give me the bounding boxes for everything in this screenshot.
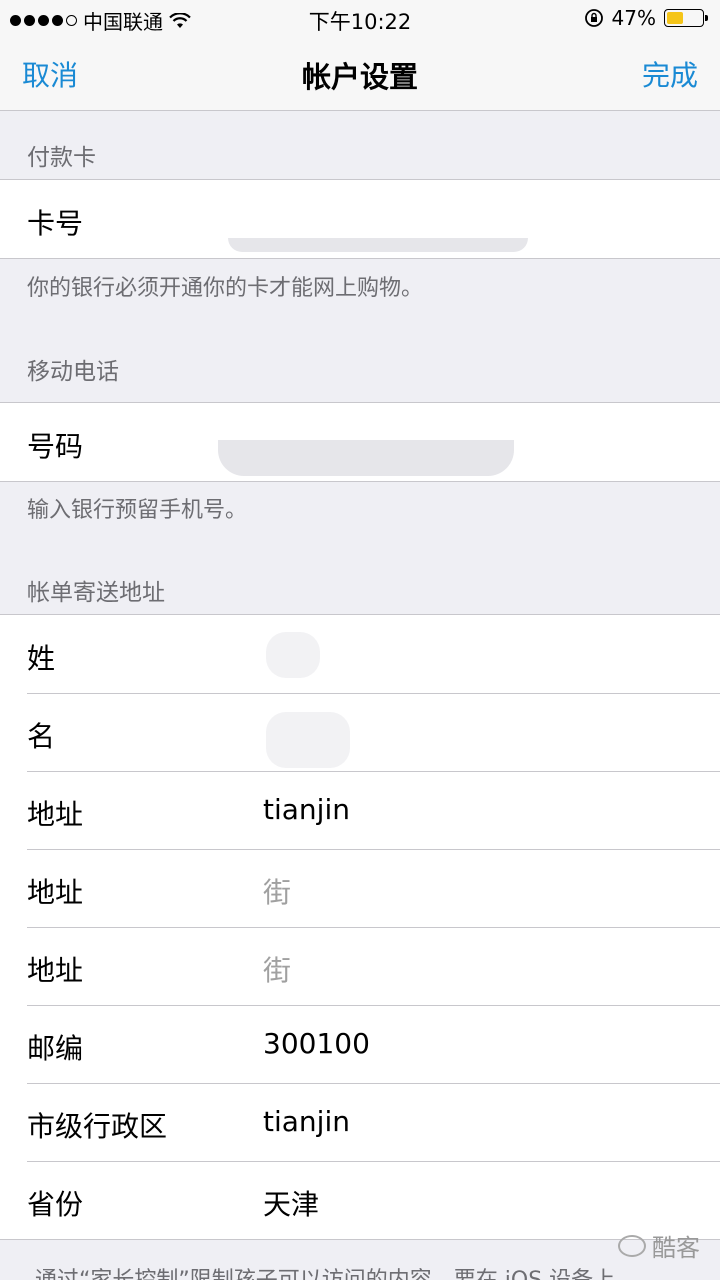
redacted-last-name: [266, 632, 320, 678]
status-bar: 中国联通 下午10:22 47%: [0, 0, 720, 36]
watermark-text: 酷客: [652, 1234, 700, 1262]
address-line-1-label: 地址: [27, 798, 84, 831]
address-line-2-field[interactable]: [263, 859, 700, 917]
billing-row-address-2: 地址 街: [0, 849, 720, 927]
first-name-label: 名: [27, 720, 56, 753]
address-line-3-field[interactable]: [263, 937, 700, 995]
last-name-field[interactable]: [263, 625, 700, 683]
section-header-mobile-phone: 移动电话: [27, 359, 119, 385]
status-right: 47%: [584, 6, 708, 30]
section-header-payment-card: 付款卡: [27, 145, 96, 171]
cancel-button[interactable]: 取消: [22, 54, 78, 94]
payment-card-footer: 你的银行必须开通你的卡才能网上购物。: [27, 276, 424, 301]
postal-code-field[interactable]: [263, 1015, 700, 1073]
rotation-lock-icon: [584, 9, 603, 27]
city-label: 市级行政区: [27, 1110, 168, 1143]
billing-row-province: 省份 天津: [0, 1161, 720, 1239]
battery-icon: [664, 9, 708, 27]
battery-level-fill: [667, 12, 683, 24]
billing-row-last-name: 姓: [0, 615, 720, 693]
navigation-bar: 取消 帐户设置 完成: [0, 36, 720, 111]
done-button[interactable]: 完成: [642, 54, 698, 94]
address-line-2-label: 地址: [27, 876, 84, 909]
address-line-3-label: 地址: [27, 954, 84, 987]
page-title: 帐户设置: [301, 60, 418, 94]
billing-address-group: 姓 名 地址 tianjin 地址 街 地址 街 邮编 300100 市级行政区…: [0, 614, 720, 1240]
billing-row-postal-code: 邮编 300100: [0, 1005, 720, 1083]
redacted-phone-number: [218, 440, 514, 476]
last-name-label: 姓: [27, 642, 56, 675]
wechat-icon: [618, 1234, 646, 1257]
address-line-1-field[interactable]: [263, 781, 700, 839]
battery-percent: 47%: [611, 6, 656, 30]
province-field[interactable]: [263, 1171, 700, 1229]
billing-row-city: 市级行政区 tianjin: [0, 1083, 720, 1161]
billing-row-address-3: 地址 街: [0, 927, 720, 1005]
mobile-phone-footer: 输入银行预留手机号。: [27, 498, 248, 523]
billing-row-address-1: 地址 tianjin: [0, 771, 720, 849]
billing-row-first-name: 名: [0, 693, 720, 771]
city-field[interactable]: [263, 1093, 700, 1151]
phone-number-label: 号码: [27, 430, 84, 463]
section-header-billing-address: 帐单寄送地址: [27, 580, 165, 606]
card-number-label: 卡号: [27, 207, 84, 240]
province-label: 省份: [27, 1188, 84, 1221]
redacted-first-name: [266, 712, 350, 768]
redacted-card-number: [228, 238, 528, 252]
parental-controls-note: 通过“家长控制”限制孩子可以访问的内容，要在 iOS 设备上: [35, 1262, 615, 1280]
watermark: 酷客: [618, 1228, 700, 1263]
postal-code-label: 邮编: [27, 1032, 84, 1065]
